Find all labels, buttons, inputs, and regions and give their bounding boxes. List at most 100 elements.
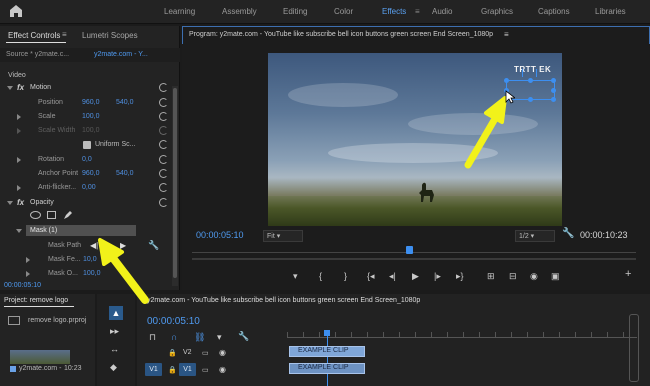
cursor-pen-icon [505, 90, 515, 104]
export-frame-icon[interactable]: ◉ [530, 271, 538, 282]
uniform-scale-checkbox[interactable] [83, 141, 91, 149]
timeline-ruler[interactable] [287, 332, 637, 338]
reset-icon[interactable] [159, 83, 168, 92]
scrollbar-thumb[interactable] [173, 88, 177, 278]
rectangle-mask-icon[interactable] [47, 211, 56, 219]
home-icon[interactable] [9, 4, 23, 18]
video-frame[interactable] [268, 53, 562, 226]
track-backward-icon[interactable]: ◀| [90, 241, 98, 250]
project-tab[interactable]: Project: remove logo [4, 297, 74, 307]
workspace-captions[interactable]: Captions [538, 7, 570, 16]
playhead[interactable] [406, 246, 413, 254]
resolution-dropdown[interactable]: 1/2 ▾ [515, 230, 555, 242]
workspace-assembly[interactable]: Assembly [222, 7, 257, 16]
workspace-editing[interactable]: Editing [283, 7, 307, 16]
workspace-audio[interactable]: Audio [432, 7, 452, 16]
settings-wrench-icon[interactable]: 🔧 [562, 228, 574, 239]
clip-name[interactable]: y2mate.com - [19, 365, 61, 372]
reset-icon[interactable] [159, 155, 168, 164]
workspace-libraries[interactable]: Libraries [595, 7, 626, 16]
source-v1-button[interactable]: V1 [145, 363, 162, 376]
anchor-x-value[interactable]: 960,0 [82, 170, 100, 177]
add-marker-icon[interactable]: ▾ [293, 271, 298, 282]
wrench-icon[interactable]: 🔧 [148, 240, 159, 251]
reset-icon[interactable] [159, 169, 168, 178]
sequence-tab[interactable]: y2mate.com - YouTube like subscribe bell… [147, 297, 420, 304]
reset-icon[interactable] [159, 140, 168, 149]
go-to-in-icon[interactable]: {◂ [367, 271, 375, 282]
workspace-graphics[interactable]: Graphics [481, 7, 513, 16]
panel-menu-icon[interactable]: ≡ [62, 30, 67, 39]
timeline-timecode[interactable]: 00:00:05:10 [147, 316, 200, 327]
tab-lumetri-scopes[interactable]: Lumetri Scopes [82, 31, 138, 40]
sequence-dropdown[interactable]: y2mate.com - Y... [94, 51, 148, 58]
mask-opacity-value[interactable]: 100,0 [83, 270, 101, 277]
fx-icon[interactable]: fx [17, 83, 24, 92]
workspace-color[interactable]: Color [334, 7, 353, 16]
ellipse-mask-icon[interactable] [30, 211, 41, 219]
position-y-value[interactable]: 540,0 [116, 99, 134, 106]
clip-v2[interactable]: EXAMPLE CLIP [289, 346, 365, 357]
program-timecode-left[interactable]: 00:00:05:10 [196, 230, 244, 240]
track-v1-label[interactable]: V1 [179, 363, 196, 376]
mask-row[interactable]: Mask (1) [26, 225, 136, 236]
track-select-icon[interactable]: ▸▸ [110, 326, 119, 337]
track-v2: 🔒 V2 ▭ ◉ [137, 346, 287, 360]
pen-tool-icon[interactable] [63, 210, 73, 220]
zoom-bar[interactable] [192, 258, 636, 260]
panel-menu-icon[interactable]: ≡ [504, 30, 509, 39]
ripple-edit-icon[interactable]: ↔ [110, 344, 119, 354]
fx-icon[interactable]: fx [17, 198, 24, 207]
play-icon[interactable]: ▶ [412, 271, 419, 282]
linked-selection-icon[interactable]: ⛓ [194, 332, 205, 343]
step-back-icon[interactable]: ◂| [389, 271, 396, 282]
reset-icon[interactable] [159, 183, 168, 192]
rotation-row: Rotation 0,0 [0, 154, 172, 166]
program-title: Program: y2mate.com - YouTube like subsc… [189, 31, 494, 38]
overwrite-icon[interactable]: ⊟ [509, 271, 517, 282]
timeline-settings-icon[interactable]: 🔧 [238, 331, 249, 342]
reset-icon[interactable] [159, 112, 168, 121]
snap-icon[interactable]: ∩ [171, 332, 177, 342]
source-dropdown[interactable]: Source * y2mate.c... [6, 51, 69, 58]
nest-icon[interactable]: ⊓ [149, 332, 156, 343]
rider-silhouette [419, 182, 434, 202]
clip-thumbnail[interactable] [10, 350, 70, 364]
workspace-menu-icon[interactable]: ≡ [415, 7, 420, 16]
mark-out-icon[interactable]: } [344, 271, 347, 281]
eye-icon[interactable]: ◉ [219, 348, 226, 357]
lock-icon[interactable]: 🔒 [168, 349, 177, 357]
sync-lock-icon[interactable]: ▭ [202, 349, 209, 357]
fit-dropdown[interactable]: Fit ▾ [263, 230, 303, 242]
tab-effect-controls[interactable]: Effect Controls [8, 31, 60, 40]
mark-in-icon[interactable]: { [319, 271, 322, 281]
antiflicker-value[interactable]: 0,00 [82, 184, 96, 191]
timeline-scrollbar[interactable] [629, 314, 639, 382]
scale-value[interactable]: 100,0 [82, 113, 100, 120]
add-button-icon[interactable]: + [625, 268, 631, 280]
workspace-learning[interactable]: Learning [164, 7, 195, 16]
selection-tool-icon[interactable]: ▲ [109, 306, 123, 320]
step-forward-icon[interactable]: |▸ [434, 271, 441, 282]
track-forward-icon[interactable]: ▶ [120, 241, 126, 250]
motion-row[interactable]: fx Motion [0, 82, 172, 94]
rotation-value[interactable]: 0,0 [82, 156, 92, 163]
workspace-effects[interactable]: Effects [382, 7, 406, 16]
insert-icon[interactable]: ⊞ [487, 271, 495, 282]
reset-icon[interactable] [159, 98, 168, 107]
opacity-row[interactable]: fx Opacity [0, 197, 172, 209]
eye-icon[interactable]: ◉ [219, 365, 226, 374]
position-x-value[interactable]: 960,0 [82, 99, 100, 106]
effect-controls-timecode[interactable]: 00:00:05:10 [4, 282, 41, 289]
comparison-view-icon[interactable]: ▣ [551, 271, 560, 282]
go-to-out-icon[interactable]: ▸} [456, 271, 464, 282]
anchor-y-value[interactable]: 540,0 [116, 170, 134, 177]
clip-v1[interactable]: EXAMPLE CLIP [289, 363, 365, 374]
add-marker-icon[interactable]: ▾ [217, 332, 222, 343]
sync-lock-icon[interactable]: ▭ [202, 366, 209, 374]
razor-tool-icon[interactable]: ◆ [110, 362, 117, 373]
reset-icon[interactable] [159, 198, 168, 207]
program-timeline-ruler[interactable] [192, 252, 636, 253]
lock-icon[interactable]: 🔒 [168, 366, 177, 374]
mask-feather-value[interactable]: 10,0 [83, 256, 97, 263]
